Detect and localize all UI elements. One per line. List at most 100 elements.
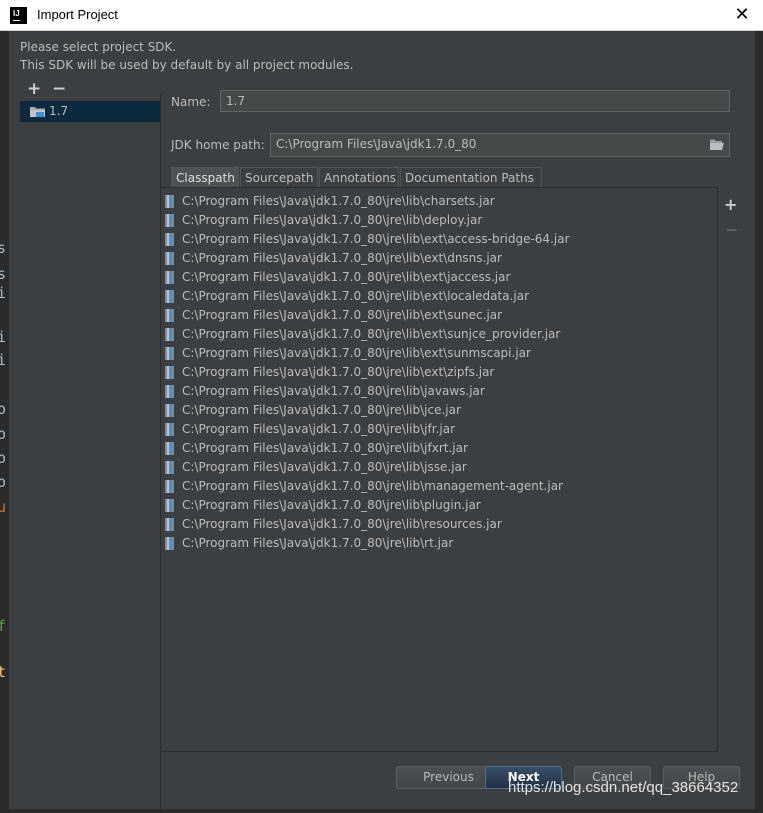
jar-icon <box>165 233 174 246</box>
dialog-body: Please select project SDK. This SDK will… <box>9 31 755 813</box>
jar-icon <box>165 499 174 512</box>
background-editor-strip: s s i i i o o o o u f t <box>0 31 9 809</box>
classpath-row-text: C:\Program Files\Java\jdk1.7.0_80\jre\li… <box>182 327 561 341</box>
classpath-row-text: C:\Program Files\Java\jdk1.7.0_80\jre\li… <box>182 498 481 512</box>
description-line-1: Please select project SDK. <box>20 40 177 54</box>
classpath-row-text: C:\Program Files\Java\jdk1.7.0_80\jre\li… <box>182 536 454 550</box>
tab-sourcepath[interactable]: Sourcepath <box>240 167 318 187</box>
classpath-row-text: C:\Program Files\Java\jdk1.7.0_80\jre\li… <box>182 441 468 455</box>
jar-icon <box>165 404 174 417</box>
jar-icon <box>165 442 174 455</box>
classpath-row[interactable]: C:\Program Files\Java\jdk1.7.0_80\jre\li… <box>165 325 715 344</box>
panel-divider <box>717 187 718 752</box>
classpath-row[interactable]: C:\Program Files\Java\jdk1.7.0_80\jre\li… <box>165 439 715 458</box>
classpath-row[interactable]: C:\Program Files\Java\jdk1.7.0_80\jre\li… <box>165 192 715 211</box>
classpath-row-text: C:\Program Files\Java\jdk1.7.0_80\jre\li… <box>182 289 530 303</box>
classpath-row-text: C:\Program Files\Java\jdk1.7.0_80\jre\li… <box>182 346 531 360</box>
description-line-2: This SDK will be used by default by all … <box>20 58 354 72</box>
classpath-row[interactable]: C:\Program Files\Java\jdk1.7.0_80\jre\li… <box>165 477 715 496</box>
import-project-window: s s i i i o o o o u f t IJ Import Projec… <box>0 0 763 813</box>
close-button[interactable]: ✕ <box>731 4 753 26</box>
classpath-list[interactable]: C:\Program Files\Java\jdk1.7.0_80\jre\li… <box>161 187 717 752</box>
window-title: Import Project <box>37 7 118 22</box>
close-icon: ✕ <box>734 4 750 25</box>
tab-annotations[interactable]: Annotations <box>319 167 399 187</box>
editor-glyph: o <box>0 400 7 418</box>
editor-glyph: i <box>0 284 7 302</box>
jar-icon <box>165 290 174 303</box>
classpath-row[interactable]: C:\Program Files\Java\jdk1.7.0_80\jre\li… <box>165 287 715 306</box>
classpath-row[interactable]: C:\Program Files\Java\jdk1.7.0_80\jre\li… <box>165 420 715 439</box>
sdk-item-label: 1.7 <box>49 104 69 118</box>
jar-icon <box>165 328 174 341</box>
editor-glyph: i <box>0 351 7 369</box>
add-sdk-button[interactable]: + <box>27 81 41 98</box>
jdk-home-path-label: JDK home path: <box>171 138 265 152</box>
jar-icon <box>165 423 174 436</box>
classpath-row[interactable]: C:\Program Files\Java\jdk1.7.0_80\jre\li… <box>165 382 715 401</box>
classpath-row-text: C:\Program Files\Java\jdk1.7.0_80\jre\li… <box>182 422 456 436</box>
editor-glyph: i <box>0 328 7 346</box>
tab-documentation-paths[interactable]: Documentation Paths <box>400 167 542 187</box>
jar-icon <box>165 461 174 474</box>
jar-icon <box>165 518 174 531</box>
jar-icon <box>165 309 174 322</box>
classpath-row[interactable]: C:\Program Files\Java\jdk1.7.0_80\jre\li… <box>165 363 715 382</box>
classpath-row[interactable]: C:\Program Files\Java\jdk1.7.0_80\jre\li… <box>165 515 715 534</box>
classpath-row-text: C:\Program Files\Java\jdk1.7.0_80\jre\li… <box>182 213 483 227</box>
classpath-row[interactable]: C:\Program Files\Java\jdk1.7.0_80\jre\li… <box>165 268 715 287</box>
editor-glyph: u <box>0 498 7 516</box>
classpath-row[interactable]: C:\Program Files\Java\jdk1.7.0_80\jre\li… <box>165 458 715 477</box>
classpath-row[interactable]: C:\Program Files\Java\jdk1.7.0_80\jre\li… <box>165 230 715 249</box>
editor-glyph: o <box>0 449 7 467</box>
classpath-row-text: C:\Program Files\Java\jdk1.7.0_80\jre\li… <box>182 460 467 474</box>
sdk-list-item-selected[interactable]: 1.7 <box>20 101 160 122</box>
intellij-logo-icon: IJ <box>10 7 27 24</box>
editor-glyph: o <box>0 473 7 491</box>
jar-icon <box>165 366 174 379</box>
name-label: Name: <box>171 95 211 109</box>
jar-icon <box>165 252 174 265</box>
classpath-row-text: C:\Program Files\Java\jdk1.7.0_80\jre\li… <box>182 384 485 398</box>
jar-icon <box>165 214 174 227</box>
jar-icon <box>165 385 174 398</box>
title-bar: IJ Import Project ✕ <box>0 0 763 31</box>
classpath-row-text: C:\Program Files\Java\jdk1.7.0_80\jre\li… <box>182 479 563 493</box>
classpath-row[interactable]: C:\Program Files\Java\jdk1.7.0_80\jre\li… <box>165 401 715 420</box>
editor-glyph: s <box>0 239 7 257</box>
folder-open-icon[interactable] <box>710 139 724 150</box>
editor-glyph: o <box>0 425 7 443</box>
classpath-row-text: C:\Program Files\Java\jdk1.7.0_80\jre\li… <box>182 232 570 246</box>
jar-icon <box>165 271 174 284</box>
sdk-list: 1.7 <box>20 101 160 801</box>
classpath-row[interactable]: C:\Program Files\Java\jdk1.7.0_80\jre\li… <box>165 211 715 230</box>
classpath-row-text: C:\Program Files\Java\jdk1.7.0_80\jre\li… <box>182 365 495 379</box>
classpath-row[interactable]: C:\Program Files\Java\jdk1.7.0_80\jre\li… <box>165 496 715 515</box>
remove-sdk-button[interactable]: − <box>52 81 66 98</box>
classpath-row[interactable]: C:\Program Files\Java\jdk1.7.0_80\jre\li… <box>165 344 715 363</box>
jar-icon <box>165 480 174 493</box>
tab-classpath[interactable]: Classpath <box>171 167 239 187</box>
classpath-row-text: C:\Program Files\Java\jdk1.7.0_80\jre\li… <box>182 194 495 208</box>
jdk-folder-icon <box>30 107 45 117</box>
classpath-row-text: C:\Program Files\Java\jdk1.7.0_80\jre\li… <box>182 517 502 531</box>
add-classpath-button[interactable]: + <box>724 195 737 214</box>
editor-glyph: t <box>0 663 7 681</box>
classpath-row-text: C:\Program Files\Java\jdk1.7.0_80\jre\li… <box>182 270 511 284</box>
name-input[interactable] <box>220 90 730 112</box>
panel-divider <box>161 751 718 752</box>
classpath-row-text: C:\Program Files\Java\jdk1.7.0_80\jre\li… <box>182 403 461 417</box>
classpath-row[interactable]: C:\Program Files\Java\jdk1.7.0_80\jre\li… <box>165 306 715 325</box>
classpath-row[interactable]: C:\Program Files\Java\jdk1.7.0_80\jre\li… <box>165 249 715 268</box>
classpath-row-text: C:\Program Files\Java\jdk1.7.0_80\jre\li… <box>182 251 502 265</box>
editor-glyph: f <box>0 617 7 635</box>
jar-icon <box>165 537 174 550</box>
remove-classpath-button[interactable]: − <box>725 220 738 239</box>
jar-icon <box>165 195 174 208</box>
classpath-row-text: C:\Program Files\Java\jdk1.7.0_80\jre\li… <box>182 308 503 322</box>
jar-icon <box>165 347 174 360</box>
jdk-home-path-field[interactable]: C:\Program Files\Java\jdk1.7.0_80 <box>270 133 730 157</box>
jdk-home-path-value: C:\Program Files\Java\jdk1.7.0_80 <box>276 137 477 151</box>
classpath-row[interactable]: C:\Program Files\Java\jdk1.7.0_80\jre\li… <box>165 534 715 553</box>
watermark: https://blog.csdn.net/qq_38664352 <box>508 779 739 796</box>
